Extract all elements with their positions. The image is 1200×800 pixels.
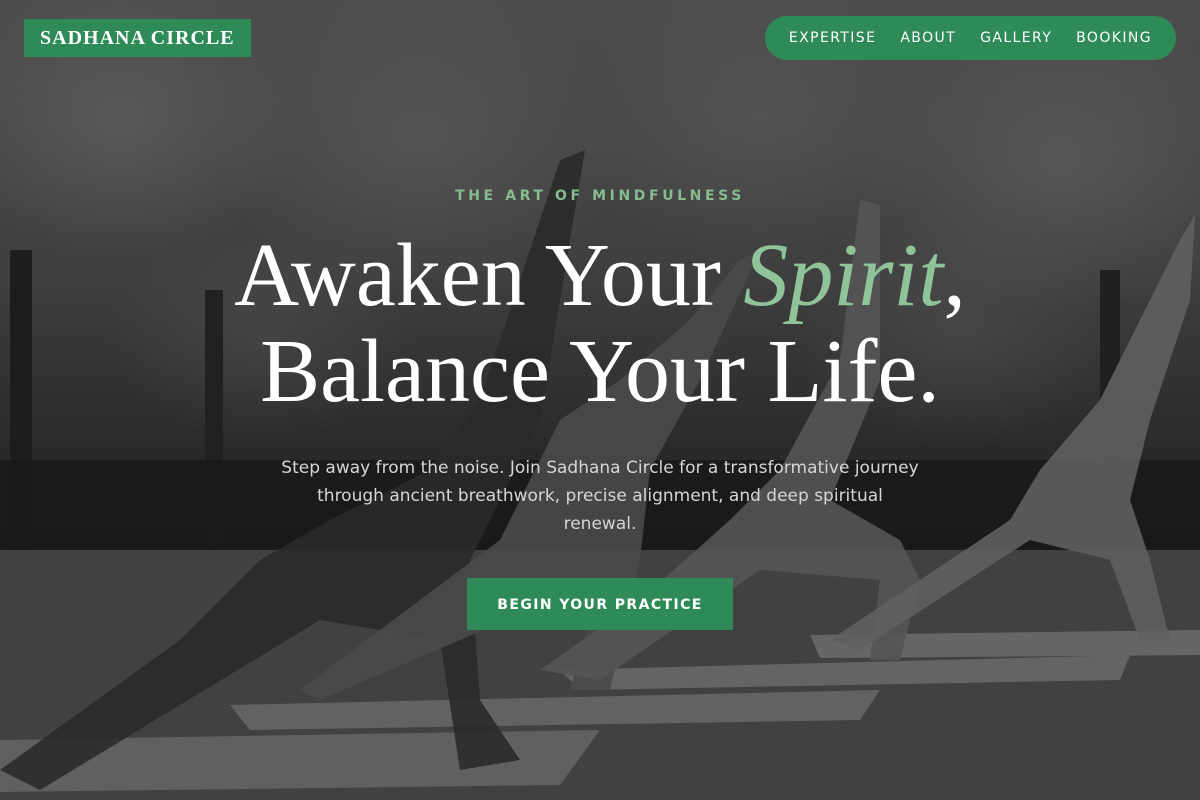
hero-content: THE ART OF MINDFULNESS Awaken Your Spiri… [0, 186, 1200, 630]
hero-subtitle: Step away from the noise. Join Sadhana C… [281, 458, 919, 534]
headline-accent-word: Spirit [743, 226, 944, 325]
hero-eyebrow: THE ART OF MINDFULNESS [455, 188, 745, 204]
hero-headline: Awaken Your Spirit, Balance Your Life. [0, 228, 1200, 420]
brand-logo[interactable]: SADHANA CIRCLE [24, 19, 251, 57]
headline-line1-end: , [943, 226, 966, 325]
nav-link-expertise[interactable]: EXPERTISE [789, 30, 876, 46]
nav-link-gallery[interactable]: GALLERY [980, 30, 1052, 46]
main-nav: EXPERTISE ABOUT GALLERY BOOKING [764, 16, 1176, 60]
begin-practice-button[interactable]: BEGIN YOUR PRACTICE [467, 578, 733, 630]
headline-line2: Balance Your Life. [260, 322, 940, 421]
hero-section: SADHANA CIRCLE EXPERTISE ABOUT GALLERY B… [0, 0, 1200, 800]
headline-line1-start: Awaken Your [234, 226, 744, 325]
nav-link-about[interactable]: ABOUT [900, 30, 956, 46]
nav-link-booking[interactable]: BOOKING [1076, 30, 1152, 46]
